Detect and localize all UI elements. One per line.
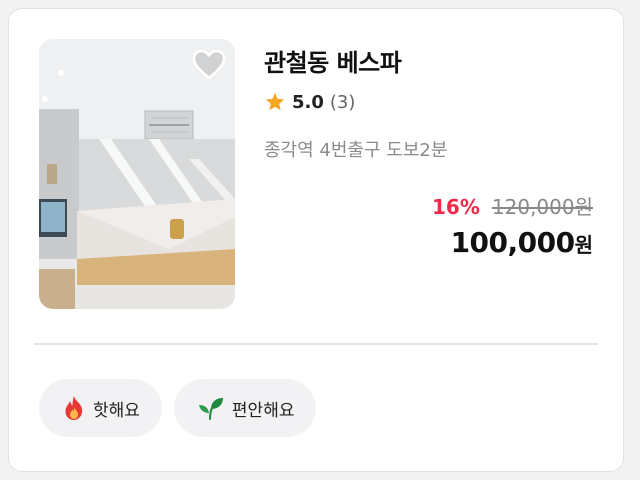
tag-label: 핫해요 bbox=[93, 400, 140, 421]
tag-hot[interactable]: 핫해요 bbox=[39, 379, 162, 437]
tag-comfortable[interactable]: 편안해요 bbox=[173, 379, 317, 437]
tag-label: 편안해요 bbox=[231, 400, 295, 421]
rating-score: 5.0 bbox=[292, 91, 324, 113]
tag-list: 핫해요 편안해요 bbox=[39, 379, 317, 437]
sale-price: 100,000 bbox=[450, 226, 576, 259]
price-unit: 원 bbox=[574, 233, 593, 257]
original-price: 120,000원 bbox=[491, 195, 593, 219]
review-count: (3) bbox=[329, 91, 356, 113]
favorite-button[interactable] bbox=[189, 45, 229, 85]
leaf-icon bbox=[198, 396, 224, 420]
star-icon bbox=[265, 92, 285, 111]
rating: 5.0 (3) bbox=[264, 91, 355, 113]
discount-rate: 16% bbox=[432, 195, 480, 219]
listing-card[interactable]: 관철동 베스파 5.0 (3) 종각역 4번출구 도보2분 16% 120,00… bbox=[8, 8, 624, 472]
fire-icon bbox=[63, 395, 85, 421]
listing-photo[interactable] bbox=[39, 39, 235, 309]
price-box: 16% 120,000원 100,000원 bbox=[432, 191, 593, 259]
divider bbox=[34, 343, 598, 345]
heart-icon bbox=[192, 49, 226, 80]
location-text: 종각역 4번출구 도보2분 bbox=[264, 140, 448, 161]
listing-title: 관철동 베스파 bbox=[264, 49, 402, 77]
